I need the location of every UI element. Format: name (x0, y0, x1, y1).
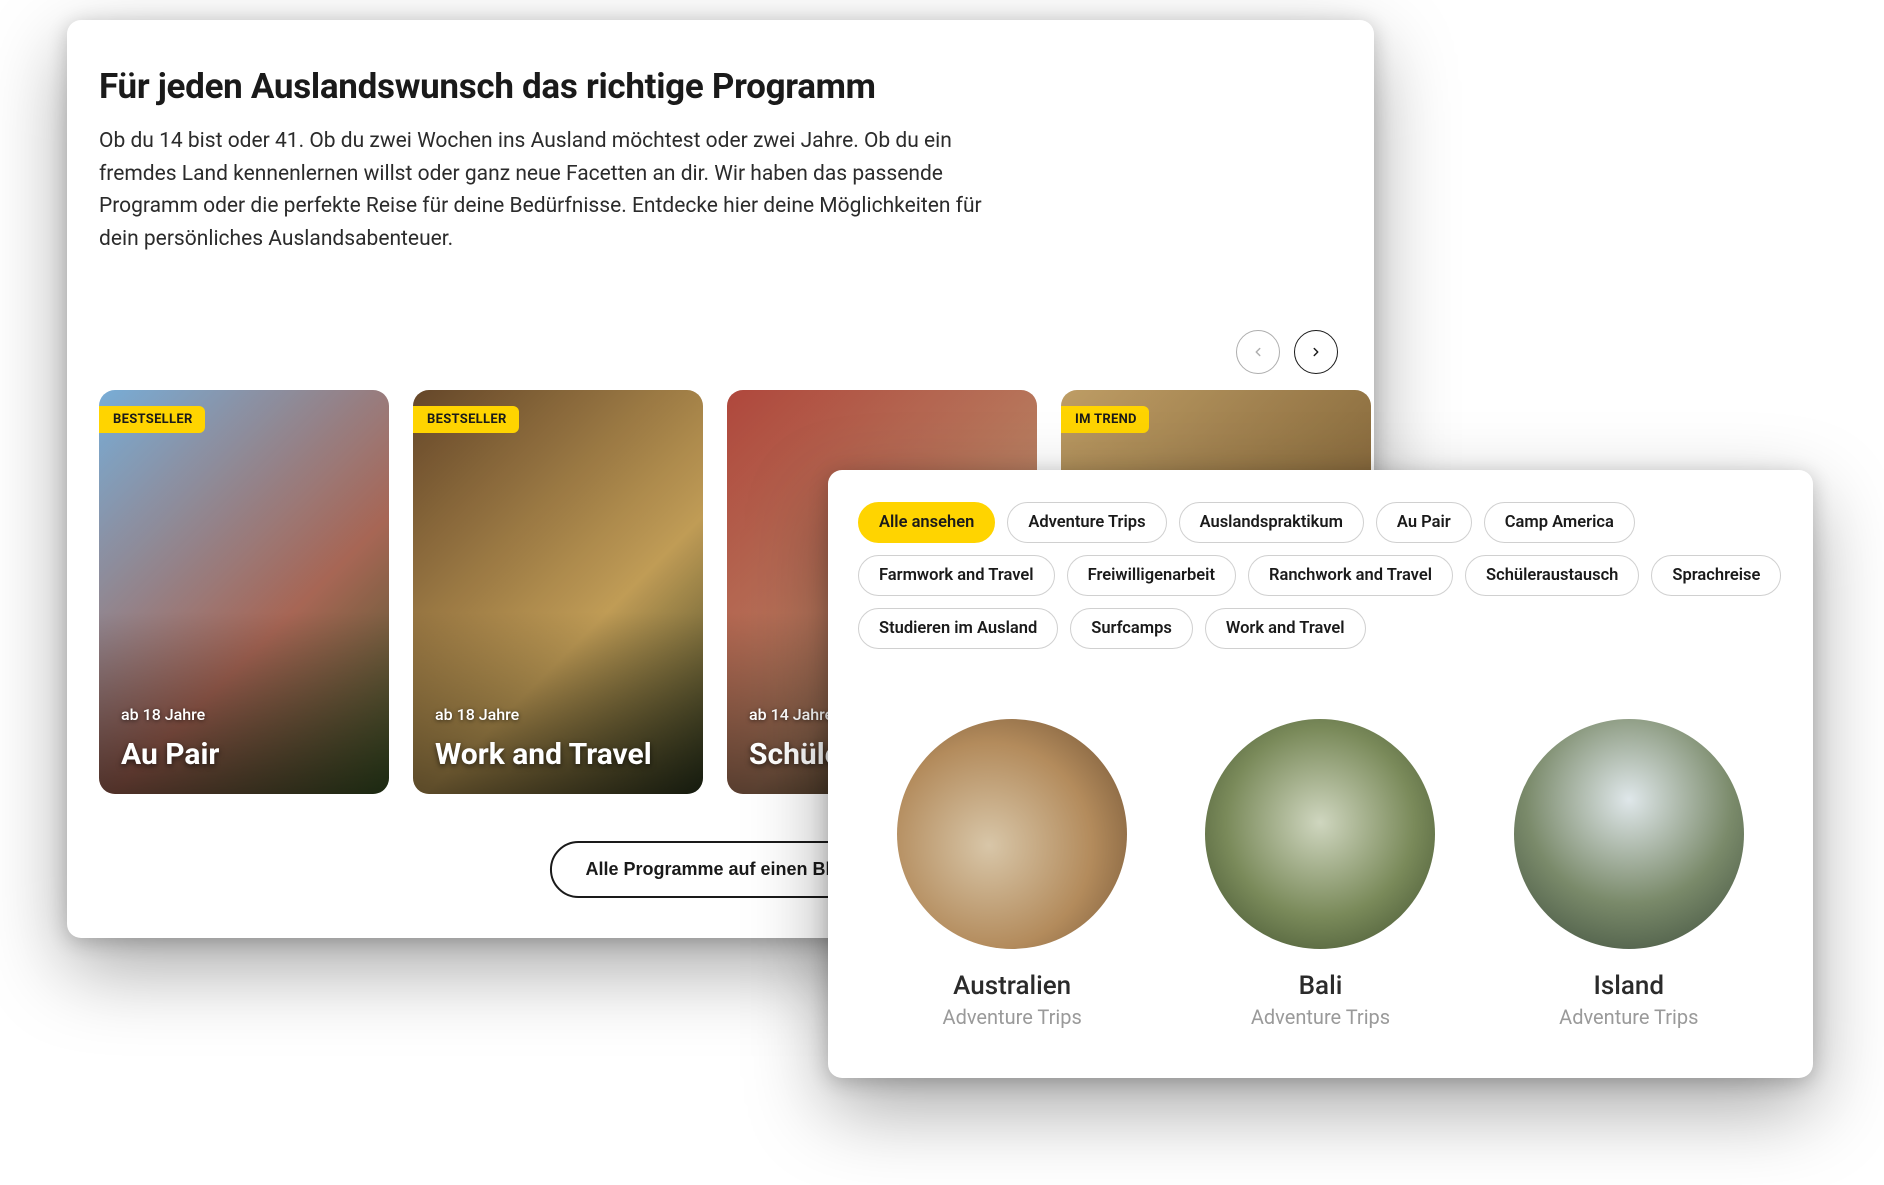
program-badge: IM TREND (1061, 406, 1149, 433)
program-card-au-pair[interactable]: BESTSELLER ab 18 Jahre Au Pair (99, 390, 389, 794)
carousel-nav (1236, 330, 1338, 374)
filter-chip[interactable]: Studieren im Ausland (858, 608, 1058, 649)
chevron-left-icon (1251, 345, 1265, 359)
programs-heading: Für jeden Auslandswunsch das richtige Pr… (99, 66, 1342, 107)
program-card-work-and-travel[interactable]: BESTSELLER ab 18 Jahre Work and Travel (413, 390, 703, 794)
carousel-next-button[interactable] (1294, 330, 1338, 374)
program-badge: BESTSELLER (99, 406, 205, 433)
filter-chip[interactable]: Farmwork and Travel (858, 555, 1055, 596)
destinations-row: Australien Adventure Trips Bali Adventur… (858, 719, 1783, 1029)
filter-chip[interactable]: Ranchwork and Travel (1248, 555, 1453, 596)
destination-thumb (1514, 719, 1744, 949)
filter-chip[interactable]: Schüleraustausch (1465, 555, 1639, 596)
destination-name: Australien (897, 971, 1127, 1001)
destination-name: Bali (1205, 971, 1435, 1001)
destination-category: Adventure Trips (1514, 1005, 1744, 1029)
filter-chip[interactable]: Camp America (1484, 502, 1635, 543)
destination-name: Island (1514, 971, 1744, 1001)
filter-chip[interactable]: Work and Travel (1205, 608, 1366, 649)
program-age: ab 18 Jahre (435, 705, 519, 724)
destination-category: Adventure Trips (897, 1005, 1127, 1029)
destination-australien[interactable]: Australien Adventure Trips (897, 719, 1127, 1029)
programs-intro: Ob du 14 bist oder 41. Ob du zwei Wochen… (99, 125, 999, 255)
program-age: ab 14 Jahre (749, 705, 833, 724)
carousel-prev-button[interactable] (1236, 330, 1280, 374)
program-title: Au Pair (121, 737, 377, 772)
filter-chip[interactable]: Auslandspraktikum (1179, 502, 1364, 543)
program-age: ab 18 Jahre (121, 705, 205, 724)
destination-category: Adventure Trips (1205, 1005, 1435, 1029)
filter-chip[interactable]: Adventure Trips (1007, 502, 1166, 543)
chevron-right-icon (1309, 345, 1323, 359)
filter-chip[interactable]: Surfcamps (1070, 608, 1193, 649)
filter-chip[interactable]: Freiwilligenarbeit (1067, 555, 1236, 596)
destination-thumb (897, 719, 1127, 949)
destination-bali[interactable]: Bali Adventure Trips (1205, 719, 1435, 1029)
destination-thumb (1205, 719, 1435, 949)
destinations-panel: Alle ansehen Adventure Trips Auslandsprakt… (828, 470, 1813, 1078)
filter-chip[interactable]: Sprachreise (1651, 555, 1781, 596)
program-badge: BESTSELLER (413, 406, 519, 433)
filter-chip[interactable]: Alle ansehen (858, 502, 995, 543)
filter-chip-row: Alle ansehen Adventure Trips Auslandsprakt… (858, 502, 1783, 649)
filter-chip[interactable]: Au Pair (1376, 502, 1472, 543)
destination-island[interactable]: Island Adventure Trips (1514, 719, 1744, 1029)
program-title: Work and Travel (435, 737, 691, 772)
